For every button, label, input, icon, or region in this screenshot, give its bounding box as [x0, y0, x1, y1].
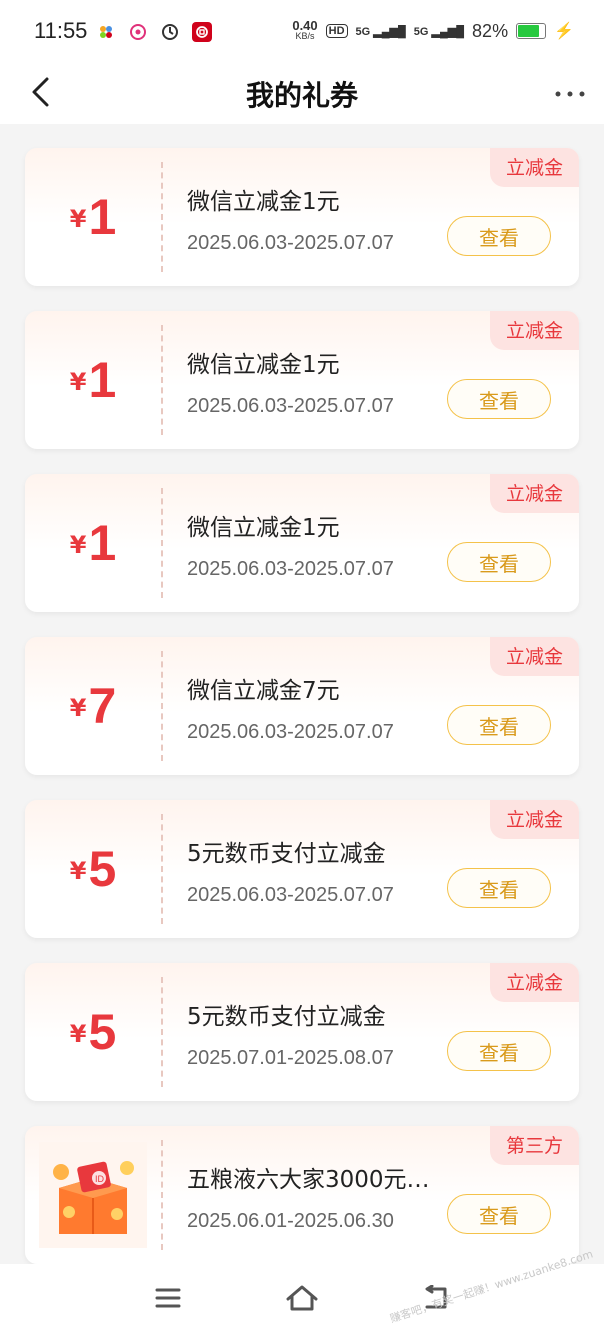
dashed-divider: [161, 977, 163, 1087]
svg-text:ID: ID: [95, 1174, 105, 1184]
clock-notification-icon: [160, 22, 180, 42]
coupon-tag: 立减金: [489, 148, 579, 187]
dashed-divider: [161, 651, 163, 761]
view-button[interactable]: 查看: [447, 216, 551, 256]
coupon-date: 2025.06.03-2025.07.07: [187, 884, 394, 906]
dashed-divider: [161, 488, 163, 598]
coupon-name: 五粮液六大家3000元…: [187, 1167, 430, 1193]
system-status: 0.40 KB/s HD 5G ▂▄▆█ 5G ▂▄▆█ 82% ⚡: [292, 18, 574, 42]
coupon-name: 微信立减金7元: [187, 678, 340, 704]
coupon-tag: 立减金: [489, 474, 579, 513]
status-bar: 11:55 0.40 KB/s HD 5G ▂▄▆█ 5G ▂▄▆█ 82% ⚡: [0, 0, 604, 66]
hd-icon: HD: [325, 24, 348, 38]
coupon-card[interactable]: ¥1 微信立减金1元 2025.06.03-2025.07.07 立减金 查看: [25, 148, 579, 286]
signal-icon-2: 5G ▂▄▆█: [413, 25, 465, 38]
home-button[interactable]: [282, 1280, 322, 1316]
app-notification-icon: [96, 22, 116, 42]
dashed-divider: [161, 162, 163, 272]
coupon-list: ¥1 微信立减金1元 2025.06.03-2025.07.07 立减金 查看 …: [25, 148, 579, 1289]
coupon-info: 微信立减金1元 2025.06.03-2025.07.07: [187, 345, 439, 418]
view-button[interactable]: 查看: [447, 868, 551, 908]
coupon-amount: ¥1: [69, 189, 117, 245]
coupon-info: 微信立减金7元 2025.06.03-2025.07.07: [187, 671, 439, 744]
coupon-card[interactable]: ¥5 5元数币支付立减金 2025.07.01-2025.08.07 立减金 查…: [25, 963, 579, 1101]
dashed-divider: [161, 814, 163, 924]
music-notification-icon: [128, 22, 148, 42]
coupon-card[interactable]: ¥5 5元数币支付立减金 2025.06.03-2025.07.07 立减金 查…: [25, 800, 579, 938]
charging-icon: ⚡: [554, 23, 574, 40]
view-button[interactable]: 查看: [447, 1194, 551, 1234]
coupon-card[interactable]: ¥7 微信立减金7元 2025.06.03-2025.07.07 立减金 查看: [25, 637, 579, 775]
view-button[interactable]: 查看: [447, 1031, 551, 1071]
coupon-tag: 第三方: [489, 1126, 579, 1165]
coupon-card[interactable]: ID 五粮液六大家3000元… 2025.06.01-2025.06.30 第三…: [25, 1126, 579, 1264]
coupon-name: 5元数币支付立减金: [187, 1004, 386, 1030]
coupon-card[interactable]: ¥1 微信立减金1元 2025.06.03-2025.07.07 立减金 查看: [25, 474, 579, 612]
coupon-amount: ¥7: [69, 678, 117, 734]
coupon-date: 2025.06.03-2025.07.07: [187, 558, 394, 580]
coupon-amount: ¥1: [69, 352, 117, 408]
coupon-date: 2025.07.01-2025.08.07: [187, 1047, 394, 1069]
coupon-card[interactable]: ¥1 微信立减金1元 2025.06.03-2025.07.07 立减金 查看: [25, 311, 579, 449]
signal-icon-1: 5G ▂▄▆█: [355, 25, 406, 38]
view-button[interactable]: 查看: [447, 379, 551, 419]
nav-bar: 我的礼券: [0, 66, 604, 124]
coupon-date: 2025.06.03-2025.07.07: [187, 721, 394, 743]
coupon-name: 微信立减金1元: [187, 189, 340, 215]
notification-icons: [96, 22, 212, 42]
menu-icon: [155, 1288, 181, 1308]
dashed-divider: [161, 325, 163, 435]
gift-box-icon: ID: [39, 1142, 147, 1248]
bank-notification-icon: [192, 22, 212, 42]
coupon-info: 微信立减金1元 2025.06.03-2025.07.07: [187, 182, 439, 255]
coupon-tag: 立减金: [489, 800, 579, 839]
coupon-info: 微信立减金1元 2025.06.03-2025.07.07: [187, 508, 439, 581]
coupon-info: 五粮液六大家3000元… 2025.06.01-2025.06.30: [187, 1160, 439, 1233]
view-button[interactable]: 查看: [447, 705, 551, 745]
coupon-tag: 立减金: [489, 311, 579, 350]
coupon-name: 5元数币支付立减金: [187, 841, 386, 867]
coupon-amount: ¥5: [69, 1004, 117, 1060]
status-time: 11:55: [34, 18, 88, 43]
page-title: 我的礼券: [245, 79, 358, 112]
coupon-tag: 立减金: [489, 637, 579, 676]
more-options-button[interactable]: [554, 76, 586, 104]
coupon-date: 2025.06.01-2025.06.30: [187, 1210, 394, 1232]
coupon-amount: ¥5: [69, 841, 117, 897]
battery-icon: [516, 23, 547, 39]
coupon-info: 5元数币支付立减金 2025.07.01-2025.08.07: [187, 997, 439, 1070]
home-icon: [286, 1285, 318, 1311]
more-dots-icon: [555, 91, 585, 97]
network-speed: 0.40 KB/s: [292, 18, 318, 41]
view-button[interactable]: 查看: [447, 542, 551, 582]
coupon-name: 微信立减金1元: [187, 515, 340, 541]
coupon-tag: 立减金: [489, 963, 579, 1002]
coupon-amount: ¥1: [69, 515, 117, 571]
coupon-name: 微信立减金1元: [187, 352, 340, 378]
battery-percent: 82%: [472, 20, 509, 41]
coupon-date: 2025.06.03-2025.07.07: [187, 395, 394, 417]
dashed-divider: [161, 1140, 163, 1250]
coupon-info: 5元数币支付立减金 2025.06.03-2025.07.07: [187, 834, 439, 907]
coupon-date: 2025.06.03-2025.07.07: [187, 232, 394, 254]
menu-button[interactable]: [148, 1280, 188, 1316]
